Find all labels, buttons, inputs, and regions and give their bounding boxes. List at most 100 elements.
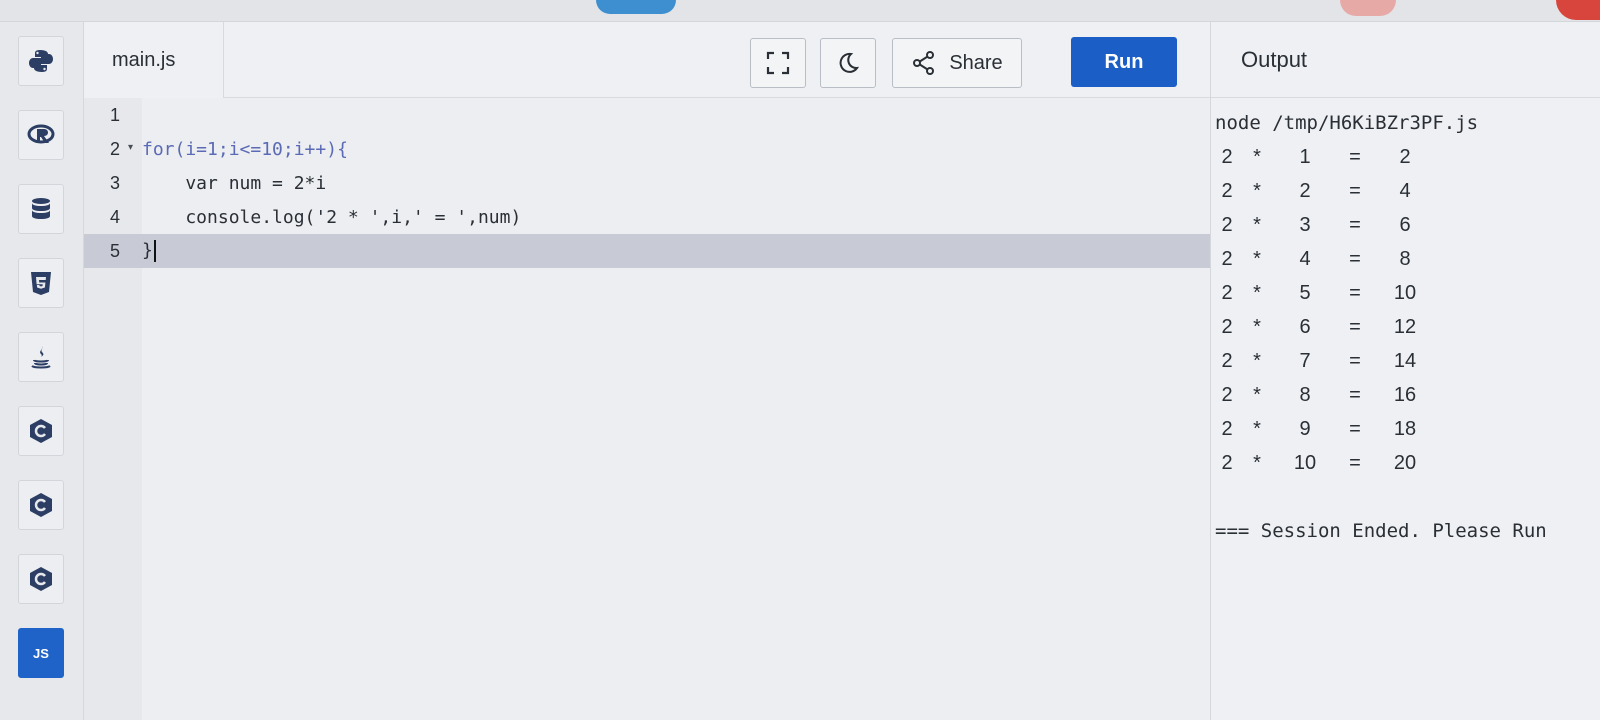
output-token: 20 <box>1393 452 1417 474</box>
c-icon[interactable] <box>18 406 64 456</box>
output-line: 2 * 2 = 4 <box>1215 174 1600 208</box>
active-code-line: 5 } <box>84 234 1210 268</box>
code-line: 2 ▾ for(i=1;i<=10;i++){ <box>84 132 1210 166</box>
share-icon <box>913 51 935 75</box>
output-token: 6 <box>1399 214 1411 236</box>
output-token: = <box>1349 384 1361 406</box>
output-line: 2 * 5 = 10 <box>1215 276 1600 310</box>
code-text: console.log('2 * ',i,' = ',num) <box>142 206 522 228</box>
output-token: 2 <box>1221 214 1233 236</box>
output-line: 2 * 1 = 2 <box>1215 140 1600 174</box>
python-icon[interactable] <box>18 36 64 86</box>
output-token: = <box>1349 180 1361 202</box>
output-token: 10 <box>1393 282 1417 304</box>
output-token: 8 <box>1399 248 1411 270</box>
output-title: Output <box>1241 46 1308 72</box>
output-line: 2 * 7 = 14 <box>1215 344 1600 378</box>
output-token: = <box>1349 282 1361 304</box>
fullscreen-button[interactable] <box>750 38 806 88</box>
fold-arrow-icon[interactable]: ▾ <box>128 142 133 153</box>
decorative-tab-shape <box>596 0 676 14</box>
csharp-icon[interactable] <box>18 554 64 604</box>
output-token: 2 <box>1221 452 1233 474</box>
output-token: 5 <box>1299 282 1311 304</box>
cpp-icon[interactable] <box>18 480 64 530</box>
output-token: * <box>1253 146 1261 168</box>
output-token: 8 <box>1299 384 1311 406</box>
editor-header: main.js Share <box>84 22 1210 99</box>
output-token: 2 <box>1221 146 1233 168</box>
run-label: Run <box>1104 50 1144 73</box>
sql-icon[interactable] <box>18 184 64 234</box>
output-line: 2 * 8 = 16 <box>1215 378 1600 412</box>
text-cursor <box>153 240 156 262</box>
output-token: 2 <box>1221 180 1233 202</box>
output-token: 2 <box>1221 248 1233 270</box>
output-token: 3 <box>1299 214 1311 236</box>
output-line: 2 * 3 = 6 <box>1215 208 1600 242</box>
output-token: 6 <box>1299 316 1311 338</box>
code-text: var num = 2*i <box>142 172 327 194</box>
output-token: * <box>1253 214 1261 236</box>
output-token: 4 <box>1299 248 1311 270</box>
code-line: 4 console.log('2 * ',i,' = ',num) <box>84 200 1210 234</box>
code-line: 3 var num = 2*i <box>84 166 1210 200</box>
output-token: 10 <box>1293 452 1317 474</box>
r-icon[interactable] <box>18 110 64 160</box>
run-button[interactable]: Run <box>1071 37 1177 87</box>
output-token: * <box>1253 350 1261 372</box>
output-token: * <box>1253 282 1261 304</box>
java-icon[interactable] <box>18 332 64 382</box>
output-token: 2 <box>1221 316 1233 338</box>
line-number: 1 <box>110 104 121 125</box>
output-token: * <box>1253 452 1261 474</box>
output-token: 4 <box>1399 180 1411 202</box>
output-token: = <box>1349 146 1361 168</box>
output-token: * <box>1253 248 1261 270</box>
file-tab-main-js[interactable]: main.js <box>84 22 224 99</box>
html5-icon[interactable] <box>18 258 64 308</box>
file-tab-label: main.js <box>112 48 176 71</box>
javascript-label: JS <box>33 645 49 661</box>
output-line: 2 * 6 = 12 <box>1215 310 1600 344</box>
output-token: 7 <box>1299 350 1311 372</box>
output-line: 2 * 4 = 8 <box>1215 242 1600 276</box>
line-number: 5 <box>110 240 121 261</box>
language-sidebar: JS <box>0 22 84 720</box>
fullscreen-icon <box>766 51 790 75</box>
output-panel: Output node /tmp/H6KiBZr3PF.js 2 * 1 = 2 2 * 2 =… <box>1210 22 1600 720</box>
moon-icon <box>839 52 860 73</box>
output-token: = <box>1349 248 1361 270</box>
share-button[interactable]: Share <box>892 38 1022 88</box>
output-token: 14 <box>1393 350 1417 372</box>
output-token: = <box>1349 214 1361 236</box>
output-line: 2 * 10 = 20 <box>1215 446 1600 480</box>
output-token: * <box>1253 180 1261 202</box>
line-number: 3 <box>110 172 121 193</box>
javascript-icon[interactable]: JS <box>18 628 64 678</box>
output-token: * <box>1253 316 1261 338</box>
output-line: 2 * 9 = 18 <box>1215 412 1600 446</box>
output-token: 18 <box>1393 418 1417 440</box>
code-text-value: } <box>142 240 153 261</box>
output-token: * <box>1253 418 1261 440</box>
line-number-text: 2 <box>110 138 121 159</box>
output-token: 9 <box>1299 418 1311 440</box>
output-token: = <box>1349 418 1361 440</box>
code-editor[interactable]: 1 2 ▾ for(i=1;i<=10;i++){ 3 var num = 2*i… <box>84 98 1210 720</box>
line-number: 4 <box>110 206 121 227</box>
output-token: 2 <box>1299 180 1311 202</box>
decorative-tab-shape <box>1556 0 1600 20</box>
output-token: = <box>1349 452 1361 474</box>
output-token: 2 <box>1399 146 1411 168</box>
share-label: Share <box>949 51 1003 74</box>
output-console: node /tmp/H6KiBZr3PF.js 2 * 1 = 2 2 * 2 = 4 2 * 3 = 6 2… <box>1211 98 1600 548</box>
theme-toggle-button[interactable] <box>820 38 876 88</box>
output-token: 2 <box>1221 418 1233 440</box>
output-token: * <box>1253 384 1261 406</box>
output-command: node /tmp/H6KiBZr3PF.js <box>1215 112 1479 134</box>
code-text: for(i=1;i<=10;i++){ <box>142 138 348 160</box>
browser-top-strip <box>0 0 1600 22</box>
session-ended-message: === Session Ended. Please Run <box>1215 520 1547 542</box>
output-token: 2 <box>1221 350 1233 372</box>
